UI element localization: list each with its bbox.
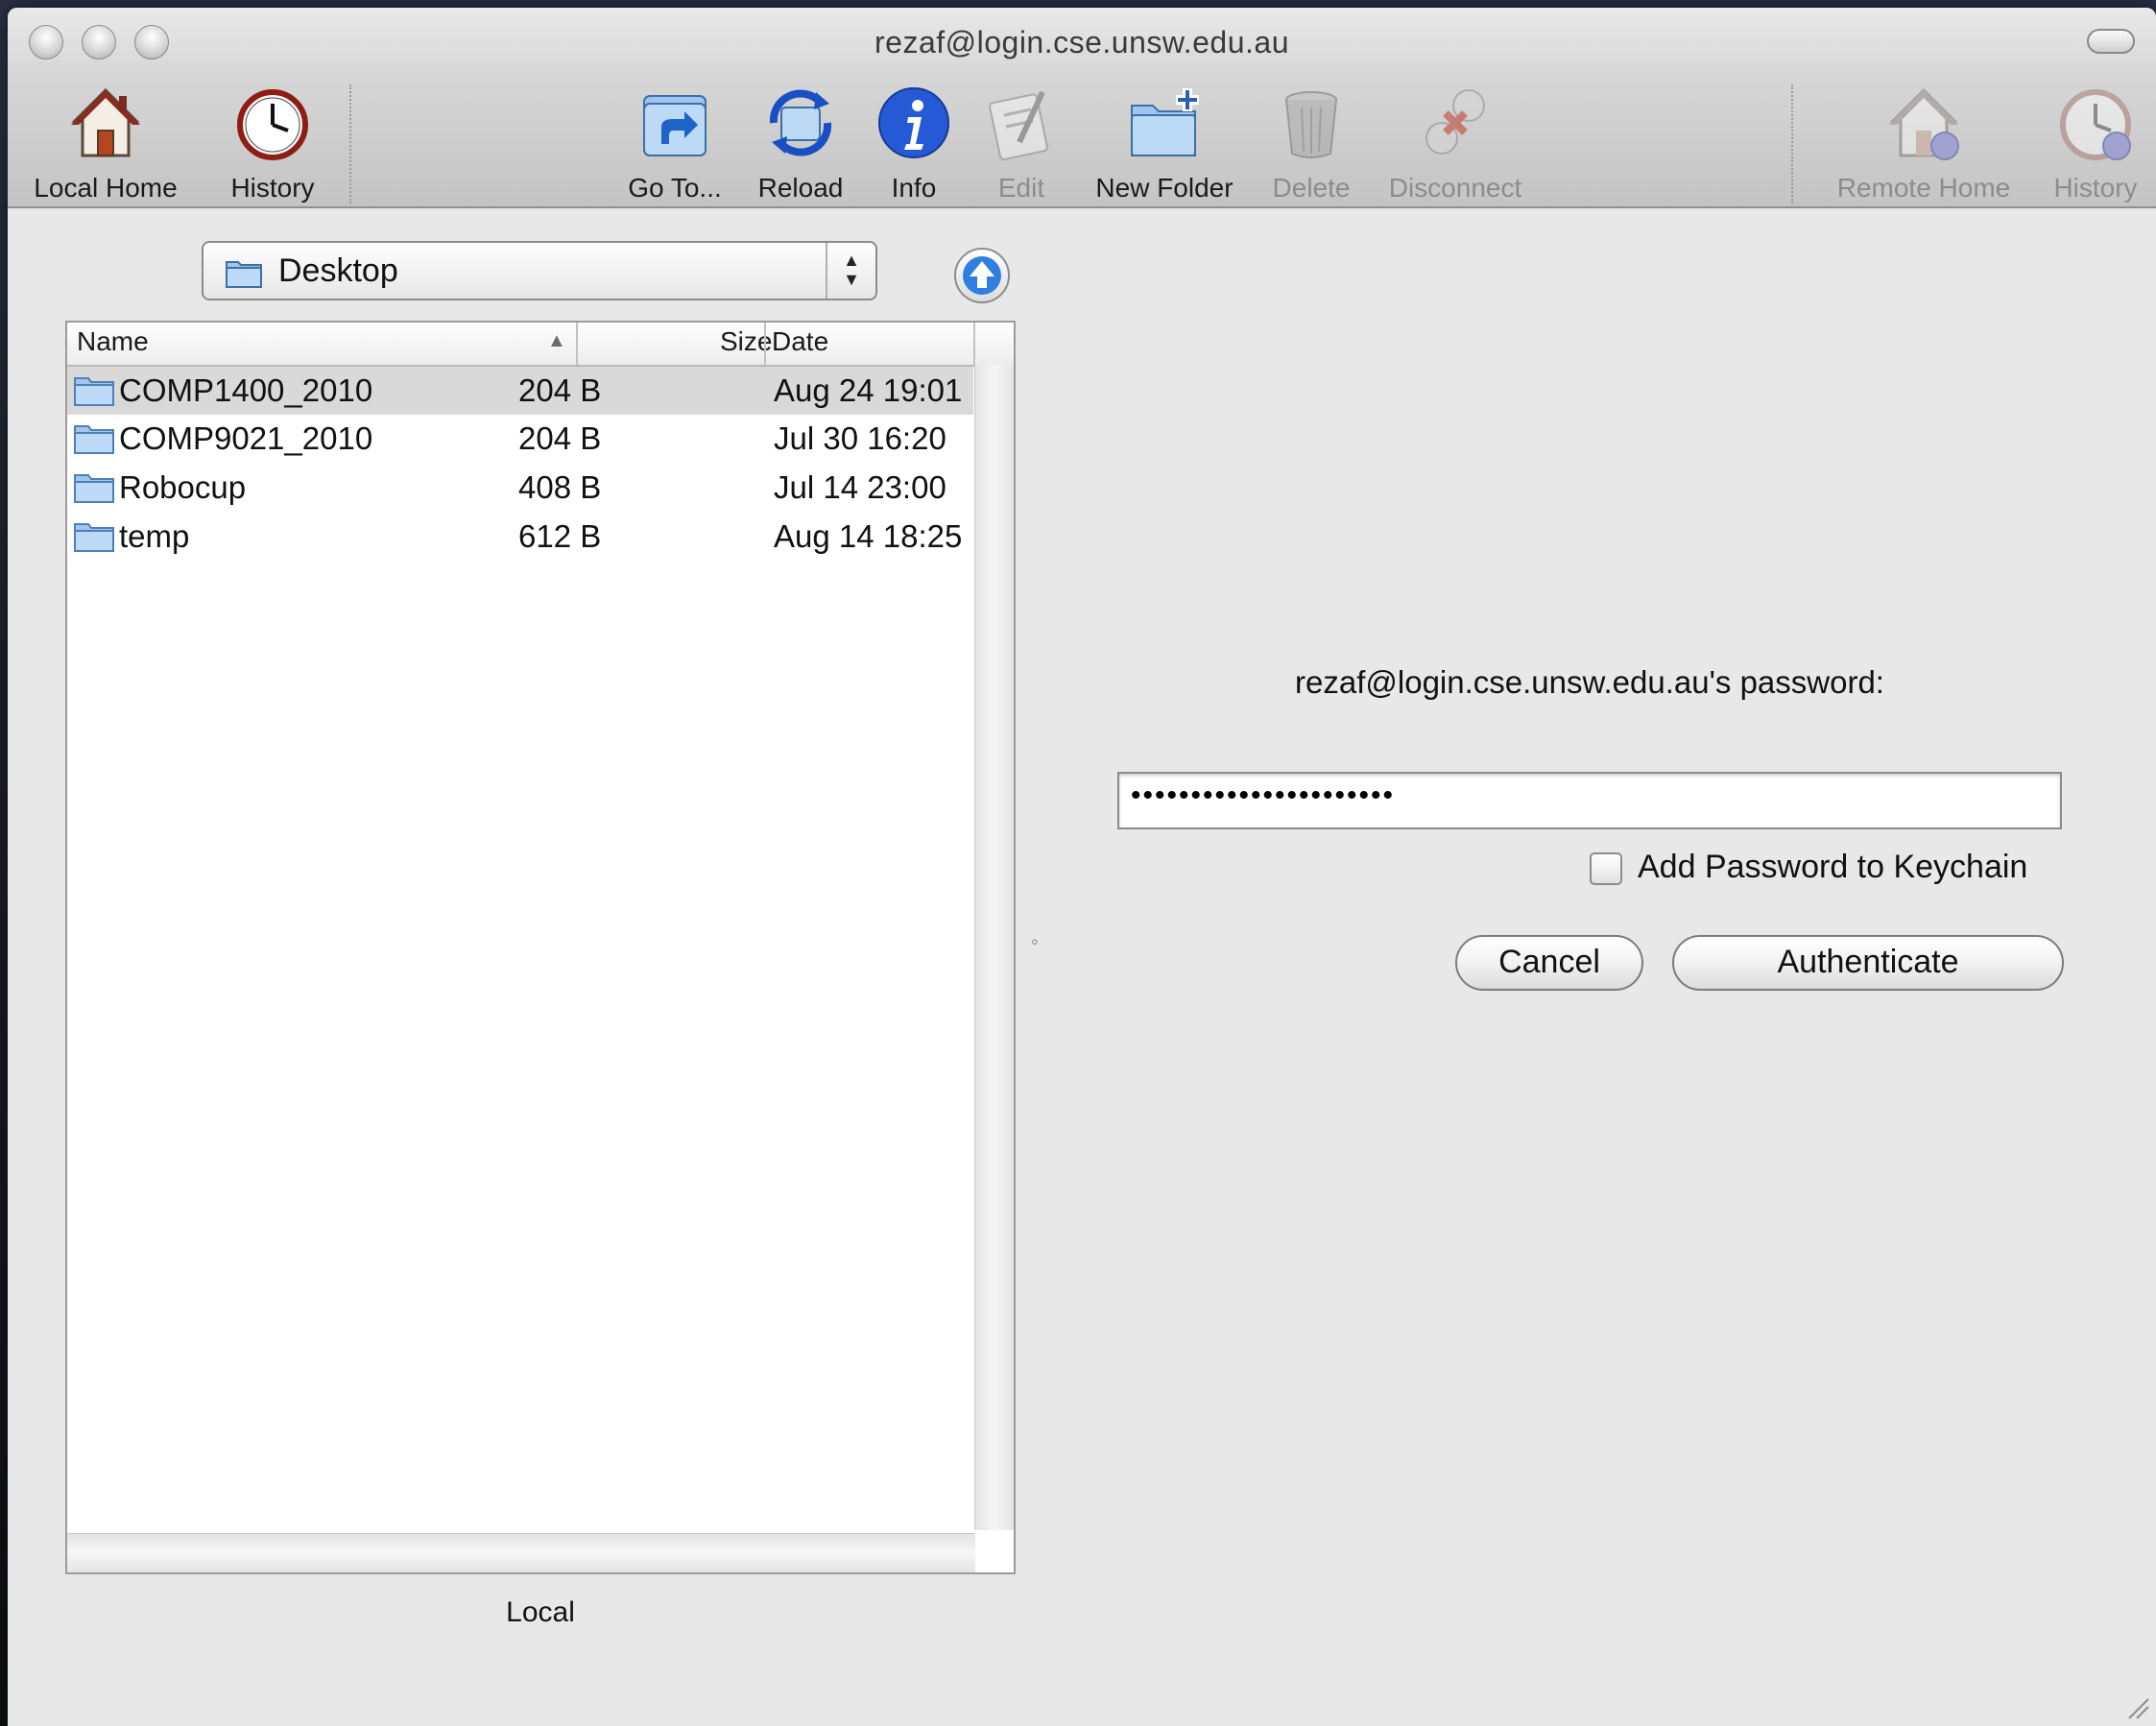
- reload-label: Reload: [757, 173, 844, 203]
- delete-label: Delete: [1272, 173, 1351, 203]
- goto-button[interactable]: Go To...: [612, 83, 737, 207]
- pane-label: Local: [506, 1596, 575, 1628]
- column-divider: [576, 323, 578, 365]
- toolbar-toggle-button[interactable]: [2087, 29, 2135, 54]
- authenticate-button[interactable]: Authenticate: [1672, 935, 2064, 991]
- local-home-label: Local Home: [34, 173, 178, 203]
- password-value: ••••••••••••••••••••••: [1131, 779, 1396, 811]
- folder-icon: [74, 425, 114, 454]
- edit-label: Edit: [997, 173, 1045, 203]
- new-folder-label: New Folder: [1095, 173, 1234, 203]
- new-folder-button[interactable]: New Folder: [1083, 83, 1246, 207]
- disconnect-icon: [1425, 89, 1485, 155]
- column-date-header[interactable]: Date: [772, 326, 828, 357]
- folder-icon: [74, 523, 114, 552]
- keychain-label: Add Password to Keychain: [1638, 849, 2028, 885]
- disconnect-label: Disconnect: [1388, 173, 1522, 203]
- table-row[interactable]: Robocup 408 B Jul 14 23:00: [67, 464, 973, 512]
- vertical-scrollbar[interactable]: [974, 365, 1014, 1530]
- history-remote-label: History: [2053, 173, 2138, 203]
- delete-button[interactable]: Delete: [1261, 83, 1361, 207]
- info-label: Info: [891, 173, 937, 203]
- edit-icon: [989, 90, 1048, 161]
- disconnect-button[interactable]: Disconnect: [1375, 83, 1536, 207]
- cancel-button[interactable]: Cancel: [1455, 935, 1643, 991]
- info-button[interactable]: Info: [868, 83, 960, 207]
- file-size: 612 B: [518, 518, 602, 554]
- column-divider: [973, 323, 975, 365]
- password-prompt: rezaf@login.cse.unsw.edu.au's password:: [1295, 664, 1884, 700]
- file-date: Aug 24 19:01: [774, 372, 963, 408]
- table-row[interactable]: COMP1400_2010 204 B Aug 24 19:01: [67, 367, 973, 415]
- file-name: COMP9021_2010: [119, 420, 373, 456]
- file-name: temp: [119, 518, 190, 554]
- table-row[interactable]: temp 612 B Aug 14 18:25: [67, 513, 973, 561]
- folder-icon: [74, 377, 114, 406]
- location-label: Desktop: [278, 252, 398, 289]
- window-title: rezaf@login.cse.unsw.edu.au: [874, 25, 1289, 60]
- parent-directory-button[interactable]: [954, 248, 1010, 303]
- new-folder-icon: [1131, 88, 1199, 156]
- file-date: Jul 30 16:20: [774, 420, 946, 456]
- goto-label: Go To...: [628, 173, 722, 203]
- clock-icon: [237, 89, 308, 160]
- reload-button[interactable]: Reload: [747, 83, 854, 207]
- folder-icon: [74, 474, 114, 503]
- table-row[interactable]: COMP9021_2010 204 B Jul 30 16:20: [67, 415, 973, 463]
- info-icon: [878, 87, 949, 158]
- column-name-header[interactable]: Name: [77, 326, 149, 357]
- remote-clock-icon: [2060, 89, 2131, 160]
- column-divider: [764, 323, 766, 365]
- window-toolbar: rezaf@login.cse.unsw.edu.au Local Home H…: [8, 8, 2156, 208]
- up-arrow-icon: [963, 256, 1001, 295]
- sort-ascending-icon: ▲: [547, 330, 566, 351]
- local-file-table: Name ▲ Size Date COMP1400_2010 204 B Aug…: [65, 321, 1016, 1574]
- toolbar-separator: [1791, 84, 1793, 204]
- file-size: 408 B: [518, 469, 602, 505]
- location-popup[interactable]: Desktop ▲ ▼: [202, 241, 877, 300]
- resize-grip-icon[interactable]: [2121, 1691, 2150, 1720]
- file-date: Jul 14 23:00: [774, 469, 946, 505]
- password-field[interactable]: ••••••••••••••••••••••: [1117, 772, 2062, 829]
- remote-home-label: Remote Home: [1836, 173, 2011, 203]
- keychain-checkbox[interactable]: [1590, 852, 1622, 885]
- history-local-label: History: [230, 173, 315, 203]
- house-icon: [71, 87, 140, 157]
- file-date: Aug 14 18:25: [774, 518, 963, 554]
- file-name: Robocup: [119, 469, 247, 505]
- local-home-button[interactable]: Local Home: [29, 83, 182, 207]
- file-name: COMP1400_2010: [119, 372, 373, 408]
- trash-icon: [1285, 91, 1337, 158]
- edit-button[interactable]: Edit: [973, 83, 1069, 207]
- folder-icon: [226, 261, 262, 288]
- remote-house-icon: [1889, 87, 1959, 160]
- toolbar-separator: [349, 84, 351, 204]
- history-remote-button[interactable]: History: [2045, 83, 2146, 207]
- split-view-handle[interactable]: ◦: [1031, 929, 1039, 954]
- popup-arrows-icon: ▲ ▼: [826, 243, 875, 299]
- reload-icon: [769, 89, 832, 156]
- goto-folder-icon: [643, 95, 707, 156]
- history-local-button[interactable]: History: [215, 83, 330, 207]
- horizontal-scrollbar[interactable]: [67, 1533, 975, 1572]
- app-window: rezaf@login.cse.unsw.edu.au Local Home H…: [8, 8, 2156, 1726]
- table-header: Name ▲ Size Date: [67, 323, 1014, 367]
- file-size: 204 B: [518, 372, 602, 408]
- file-size: 204 B: [518, 420, 602, 456]
- remote-home-button[interactable]: Remote Home: [1818, 83, 2029, 207]
